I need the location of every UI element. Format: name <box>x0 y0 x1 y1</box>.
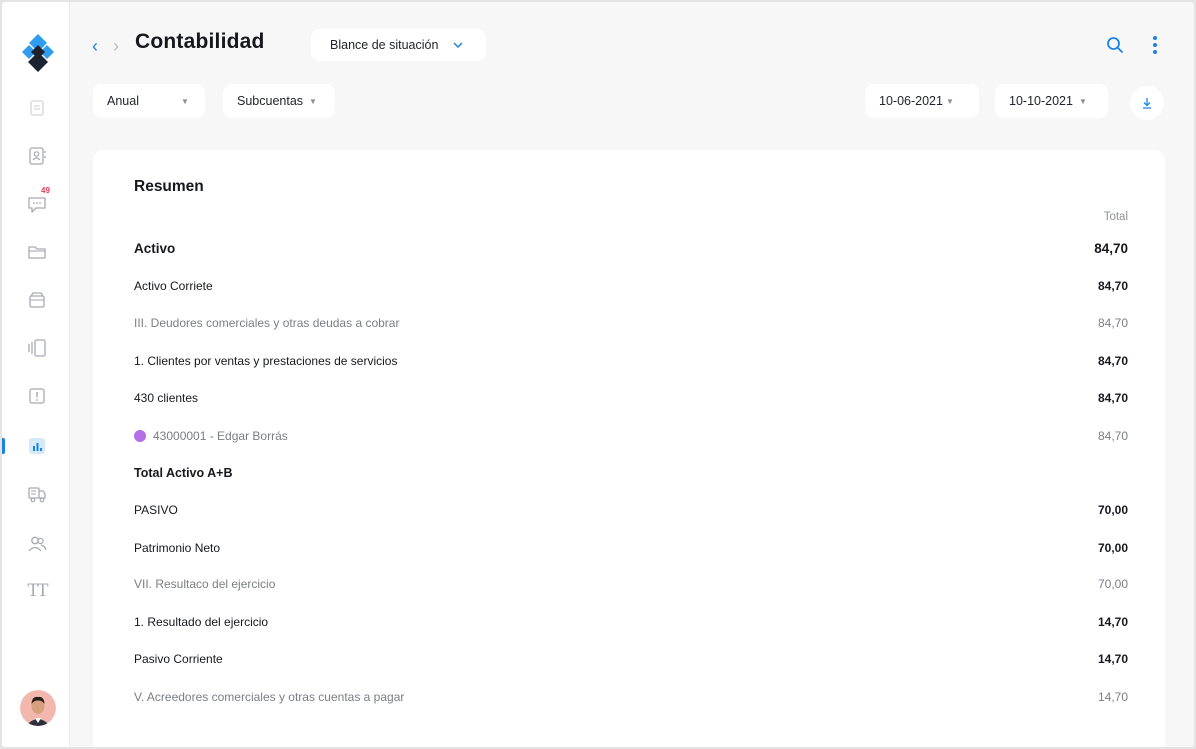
total-column-header: Total <box>1103 211 1128 223</box>
summary-row[interactable]: V. Acreedores comerciales y otras cuenta… <box>134 687 1128 707</box>
user-avatar[interactable] <box>20 690 56 726</box>
row-amount: 84,70 <box>1097 391 1128 405</box>
active-indicator <box>2 438 5 454</box>
row-label: 430 clientes <box>134 391 199 405</box>
summary-row[interactable]: 43000001 - Edgar Borrás 84,70 <box>134 426 1128 446</box>
summary-row[interactable]: Patrimonio Neto 70,00 <box>134 538 1128 558</box>
download-icon <box>1143 98 1151 109</box>
summary-title: Resumen <box>134 178 204 195</box>
date-to-value: 10-10-2021 <box>1009 94 1073 108</box>
row-amount: 14,70 <box>1097 652 1128 666</box>
summary-row[interactable]: Total Activo A+B <box>134 463 1128 483</box>
row-label: 1. Resultado del ejercicio <box>134 615 269 629</box>
contacts-icon[interactable] <box>25 144 49 168</box>
caret-down-icon: ▼ <box>309 96 317 106</box>
summary-row[interactable]: VII. Resultaco del ejercicio 70,00 <box>134 574 1128 594</box>
back-chevron-icon[interactable]: ‹ <box>92 36 98 57</box>
account-color-dot <box>134 430 146 442</box>
period-dropdown[interactable]: Anual ▼ <box>93 84 205 118</box>
row-amount: 84,70 <box>1094 240 1128 256</box>
summary-row[interactable]: III. Deudores comerciales y otras deudas… <box>134 313 1128 333</box>
chevron-down-icon <box>453 42 463 49</box>
alert-icon[interactable] <box>25 384 49 408</box>
document-icon[interactable] <box>25 96 49 120</box>
row-amount: 84,70 <box>1097 316 1128 330</box>
accounts-label: Subcuentas <box>237 94 304 108</box>
row-label: PASIVO <box>134 503 178 517</box>
notification-badge: 49 <box>39 186 52 195</box>
forward-chevron-icon[interactable]: › <box>113 36 119 57</box>
row-amount: 70,00 <box>1097 541 1128 555</box>
page-title: Contabilidad <box>135 30 265 53</box>
row-label: VII. Resultaco del ejercicio <box>134 577 276 591</box>
chat-icon[interactable]: 49 <box>25 186 52 216</box>
date-from-picker[interactable]: 10-06-2021 ▼ <box>865 84 979 118</box>
row-label: 43000001 - Edgar Borrás <box>153 429 288 443</box>
summary-row[interactable]: 1. Resultado del ejercicio 14,70 <box>134 612 1128 632</box>
date-to-picker[interactable]: 10-10-2021 ▼ <box>995 84 1108 118</box>
row-label: V. Acreedores comerciales y otras cuenta… <box>134 690 405 704</box>
summary-row[interactable]: Pasivo Corriente 14,70 <box>134 649 1128 669</box>
cards-icon[interactable] <box>25 336 49 360</box>
users-icon[interactable] <box>25 532 49 556</box>
app-window: 49 TT ‹ › Contabilidad Blance de situaci… <box>2 2 1194 747</box>
date-from-value: 10-06-2021 <box>879 94 943 108</box>
download-button[interactable] <box>1130 86 1164 120</box>
row-amount: 70,00 <box>1097 577 1128 591</box>
search-icon[interactable] <box>1106 36 1124 54</box>
summary-row[interactable]: PASIVO 70,00 <box>134 500 1128 520</box>
caret-down-icon: ▼ <box>180 96 189 106</box>
row-amount: 14,70 <box>1097 690 1128 704</box>
row-label: Pasivo Corriente <box>134 652 223 666</box>
chart-icon[interactable] <box>25 434 49 458</box>
row-amount: 14,70 <box>1097 615 1128 629</box>
box-icon[interactable] <box>25 288 49 312</box>
accounts-dropdown[interactable]: Subcuentas ▼ <box>223 84 335 118</box>
folder-icon[interactable] <box>25 240 49 264</box>
summary-row[interactable]: 1. Clientes por ventas y prestaciones de… <box>134 351 1128 371</box>
summary-row[interactable]: Activo 84,70 <box>134 238 1128 258</box>
period-label: Anual <box>107 94 139 108</box>
truck-icon[interactable] <box>25 482 49 506</box>
row-label: Activo Corriete <box>134 279 213 293</box>
row-label: Total Activo A+B <box>134 466 233 480</box>
caret-down-icon: ▼ <box>945 96 954 106</box>
row-amount: 84,70 <box>1097 354 1128 368</box>
summary-card: Resumen Total Activo 84,70 Activo Corrie… <box>93 150 1165 747</box>
row-amount: 84,70 <box>1097 279 1128 293</box>
app-logo[interactable] <box>22 32 54 72</box>
more-options-icon[interactable] <box>1151 35 1159 55</box>
row-amount: 70,00 <box>1097 503 1128 517</box>
sidebar: 49 TT <box>2 2 70 747</box>
row-label: Patrimonio Neto <box>134 541 221 555</box>
summary-row[interactable]: Activo Corriete 84,70 <box>134 276 1128 296</box>
text-icon[interactable]: TT <box>25 579 49 603</box>
row-label: 1. Clientes por ventas y prestaciones de… <box>134 354 398 368</box>
row-label: III. Deudores comerciales y otras deudas… <box>134 316 400 330</box>
row-amount: 84,70 <box>1097 429 1128 443</box>
row-label: Activo <box>134 240 176 256</box>
report-type-dropdown[interactable]: Blance de situación <box>311 29 486 61</box>
summary-row[interactable]: 430 clientes 84,70 <box>134 388 1128 408</box>
report-type-label: Blance de situación <box>330 38 439 52</box>
caret-down-icon: ▼ <box>1078 96 1087 106</box>
